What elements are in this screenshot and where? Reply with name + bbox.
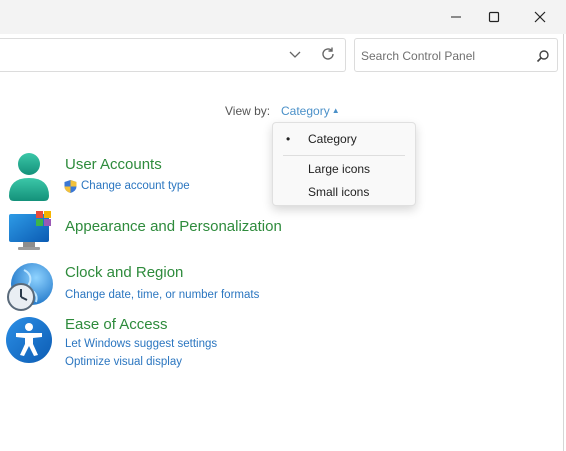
maximize-icon (488, 11, 500, 23)
link-let-windows-suggest-settings[interactable]: Let Windows suggest settings (65, 338, 217, 350)
selected-bullet-icon: • (286, 132, 291, 146)
user-accounts-icon[interactable] (6, 152, 52, 202)
view-by-label: View by: (225, 104, 271, 118)
menu-item-label: Category (308, 132, 357, 146)
caret-up-icon: ▲ (331, 106, 340, 115)
window-border (563, 34, 564, 451)
link-change-date-time-formats[interactable]: Change date, time, or number formats (65, 289, 259, 301)
appearance-personalization-icon[interactable] (8, 210, 54, 252)
title-bar (0, 0, 566, 34)
menu-separator (283, 155, 405, 156)
link-change-account-type[interactable]: Change account type (81, 180, 190, 192)
refresh-button[interactable] (319, 45, 337, 63)
search-icon[interactable] (535, 48, 551, 64)
search-box (354, 38, 558, 72)
menu-item-label: Small icons (308, 185, 370, 199)
maximize-button[interactable] (472, 0, 516, 34)
category-title-clock-region[interactable]: Clock and Region (65, 264, 183, 281)
link-optimize-visual-display[interactable]: Optimize visual display (65, 356, 182, 368)
view-by-menu: • Category Large icons Small icons (272, 122, 416, 206)
menu-item-small-icons[interactable]: Small icons (273, 181, 415, 203)
category-title-ease-of-access[interactable]: Ease of Access (65, 316, 168, 333)
category-title-user-accounts[interactable]: User Accounts (65, 156, 162, 173)
view-by-value: Category (281, 104, 330, 118)
search-input[interactable] (361, 47, 531, 65)
view-by-dropdown[interactable]: Category ▲ (281, 104, 340, 118)
category-title-appearance-personalization[interactable]: Appearance and Personalization (65, 218, 282, 235)
menu-item-label: Large icons (308, 162, 371, 176)
clock-region-icon[interactable] (6, 262, 54, 312)
menu-item-large-icons[interactable]: Large icons (273, 158, 415, 180)
chevron-down-icon (289, 51, 301, 58)
close-icon (534, 11, 546, 23)
menu-item-category[interactable]: • Category (273, 128, 415, 150)
minimize-icon (451, 16, 461, 18)
refresh-icon (322, 47, 334, 60)
close-button[interactable] (518, 0, 562, 34)
address-history-button[interactable] (287, 47, 303, 63)
ease-of-access-icon[interactable] (5, 316, 53, 364)
shield-icon (63, 179, 78, 194)
